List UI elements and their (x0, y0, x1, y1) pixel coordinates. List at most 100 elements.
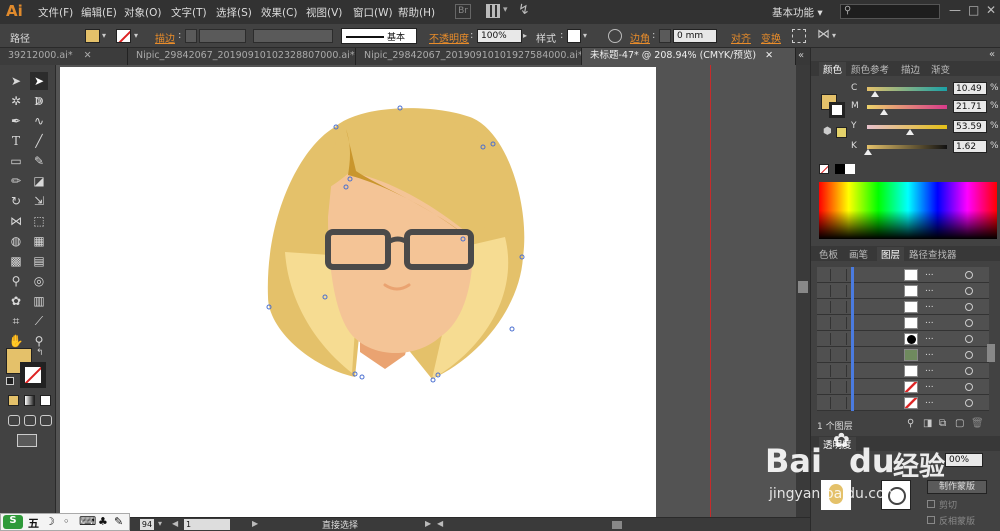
transform-link[interactable]: 变换 (761, 30, 781, 45)
layer-row[interactable]: ... (817, 347, 989, 363)
tab-layers[interactable]: 图层 (877, 247, 905, 261)
menu-view[interactable]: 视图(V) (306, 5, 342, 20)
layer-name[interactable]: ... (925, 316, 934, 326)
previous-artboard-icon[interactable]: ◀ (172, 519, 178, 528)
fill-swatch[interactable] (85, 29, 100, 43)
visibility-toggle[interactable] (819, 285, 831, 297)
slider-handle[interactable] (880, 109, 889, 115)
chevron-down-icon[interactable]: ▾ (158, 519, 162, 528)
opacity-field[interactable]: 100% (477, 29, 522, 43)
tab-pathfinder[interactable]: 路径查找器 (909, 247, 957, 261)
direct-selection-tool-icon[interactable]: ➤ (30, 72, 48, 90)
width-tool-icon[interactable]: ⋈ (7, 212, 25, 230)
lock-toggle[interactable] (835, 349, 847, 361)
transparency-opacity-field[interactable]: 00% (945, 453, 983, 467)
column-graph-tool-icon[interactable]: ▥ (30, 292, 48, 310)
ime-mode-label[interactable]: 五 (28, 515, 39, 531)
target-icon[interactable] (965, 303, 973, 311)
visibility-toggle[interactable] (819, 397, 831, 409)
slider-handle[interactable] (905, 129, 914, 135)
type-tool-icon[interactable]: T (7, 132, 25, 150)
slider-value-field[interactable]: 1.62 (953, 140, 987, 153)
punctuation-icon[interactable]: ☽ (45, 515, 55, 528)
layer-name[interactable]: ... (925, 332, 934, 342)
chevron-down-icon[interactable]: ▾ (102, 31, 106, 40)
tab-stroke[interactable]: 描边 (901, 62, 920, 76)
slider-value-field[interactable]: 21.71 (953, 100, 987, 113)
brush-definition-select[interactable]: 基本 (341, 28, 417, 44)
scroll-thumb[interactable] (798, 281, 808, 293)
magic-wand-tool-icon[interactable]: ✲ (7, 92, 25, 110)
target-icon[interactable] (965, 367, 973, 375)
none-mode-icon[interactable] (40, 395, 51, 406)
trash-icon[interactable]: 🗑 (971, 418, 984, 429)
eyedropper-tool-icon[interactable]: ⚲ (7, 272, 25, 290)
status-menu-icon[interactable]: ▶ (425, 519, 431, 528)
arrange-icon[interactable]: ⋈ (817, 27, 830, 42)
emoji-icon[interactable]: ◦ (63, 515, 70, 528)
out-of-gamut-icon[interactable]: ⬢ (823, 126, 832, 137)
layer-name[interactable]: ... (925, 348, 934, 358)
menu-help[interactable]: 帮助(H) (398, 5, 435, 20)
draw-behind-icon[interactable] (24, 415, 36, 426)
tab-swatches[interactable]: 色板 (819, 247, 838, 261)
maximize-button[interactable]: □ (968, 3, 979, 17)
slider-handle[interactable] (871, 91, 880, 97)
chevron-down-icon[interactable]: ▾ (503, 5, 508, 15)
pencil-tool-icon[interactable]: ✏ (7, 172, 25, 190)
selection-tool-icon[interactable]: ➤ (7, 72, 25, 90)
lasso-tool-icon[interactable]: ↇ (30, 92, 48, 110)
clip-checkbox[interactable] (927, 500, 935, 508)
gamut-swatch[interactable] (836, 127, 847, 138)
tab-document-3[interactable]: Nipic_29842067_20190910101927584000.ai* … (356, 48, 582, 65)
recolor-artwork-icon[interactable] (608, 29, 622, 43)
visibility-toggle[interactable] (819, 301, 831, 313)
stroke-weight-field[interactable] (199, 29, 246, 43)
slider-track[interactable] (867, 105, 947, 109)
slider-track[interactable] (867, 145, 947, 149)
eraser-tool-icon[interactable]: ◪ (30, 172, 48, 190)
layer-row[interactable]: ... (817, 267, 989, 283)
tab-gradient[interactable]: 渐变 (931, 62, 950, 76)
menu-edit[interactable]: 编辑(E) (81, 5, 117, 20)
close-icon[interactable]: ✕ (765, 50, 773, 61)
align-link[interactable]: 对齐 (731, 30, 751, 45)
lock-toggle[interactable] (835, 365, 847, 377)
layer-row[interactable]: ... (817, 331, 989, 347)
corner-label[interactable]: 边角 (630, 30, 650, 45)
chevron-down-icon[interactable]: ▾ (583, 31, 587, 40)
draw-normal-icon[interactable] (8, 415, 20, 426)
horizontal-scroll-thumb[interactable] (612, 521, 622, 529)
scale-tool-icon[interactable]: ⇲ (30, 192, 48, 210)
tab-document-active[interactable]: 未标题-47* @ 208.94% (CMYK/预览) ✕ (582, 48, 796, 65)
gradient-mode-icon[interactable] (24, 395, 35, 406)
line-tool-icon[interactable]: ╱ (30, 132, 48, 150)
layer-row[interactable]: ... (817, 395, 989, 411)
menu-window[interactable]: 窗口(W) (353, 5, 393, 20)
chevron-down-icon[interactable]: ▾ (832, 31, 836, 40)
perspective-grid-tool-icon[interactable]: ▦ (30, 232, 48, 250)
stroke-label[interactable]: 描边 (155, 30, 175, 45)
swap-colors-icon[interactable]: ↰ (36, 348, 44, 358)
app-logo[interactable]: Ai (6, 2, 23, 20)
lock-toggle[interactable] (835, 301, 847, 313)
cyan-slider[interactable]: C 10.49 % (851, 82, 1000, 98)
screen-mode-icon[interactable] (17, 434, 37, 447)
color-spectrum[interactable] (819, 182, 997, 239)
visibility-toggle[interactable] (819, 349, 831, 361)
target-icon[interactable] (965, 335, 973, 343)
visibility-toggle[interactable] (819, 333, 831, 345)
lock-toggle[interactable] (835, 285, 847, 297)
close-window-button[interactable]: ✕ (986, 3, 996, 17)
white-swatch[interactable] (845, 164, 855, 174)
ime-logo-icon[interactable]: S (3, 515, 23, 529)
workspace-switcher[interactable]: 基本功能 ▾ (772, 5, 823, 20)
visibility-toggle[interactable] (819, 317, 831, 329)
slider-value-field[interactable]: 10.49 (953, 82, 987, 95)
locate-object-icon[interactable]: ⚲ (907, 418, 914, 429)
stroke-none-swatch[interactable] (116, 29, 131, 43)
graphic-style-swatch[interactable] (567, 29, 581, 43)
target-icon[interactable] (965, 271, 973, 279)
pen-tool-icon[interactable]: ✒ (7, 112, 25, 130)
slice-tool-icon[interactable]: ⟋ (30, 312, 48, 330)
